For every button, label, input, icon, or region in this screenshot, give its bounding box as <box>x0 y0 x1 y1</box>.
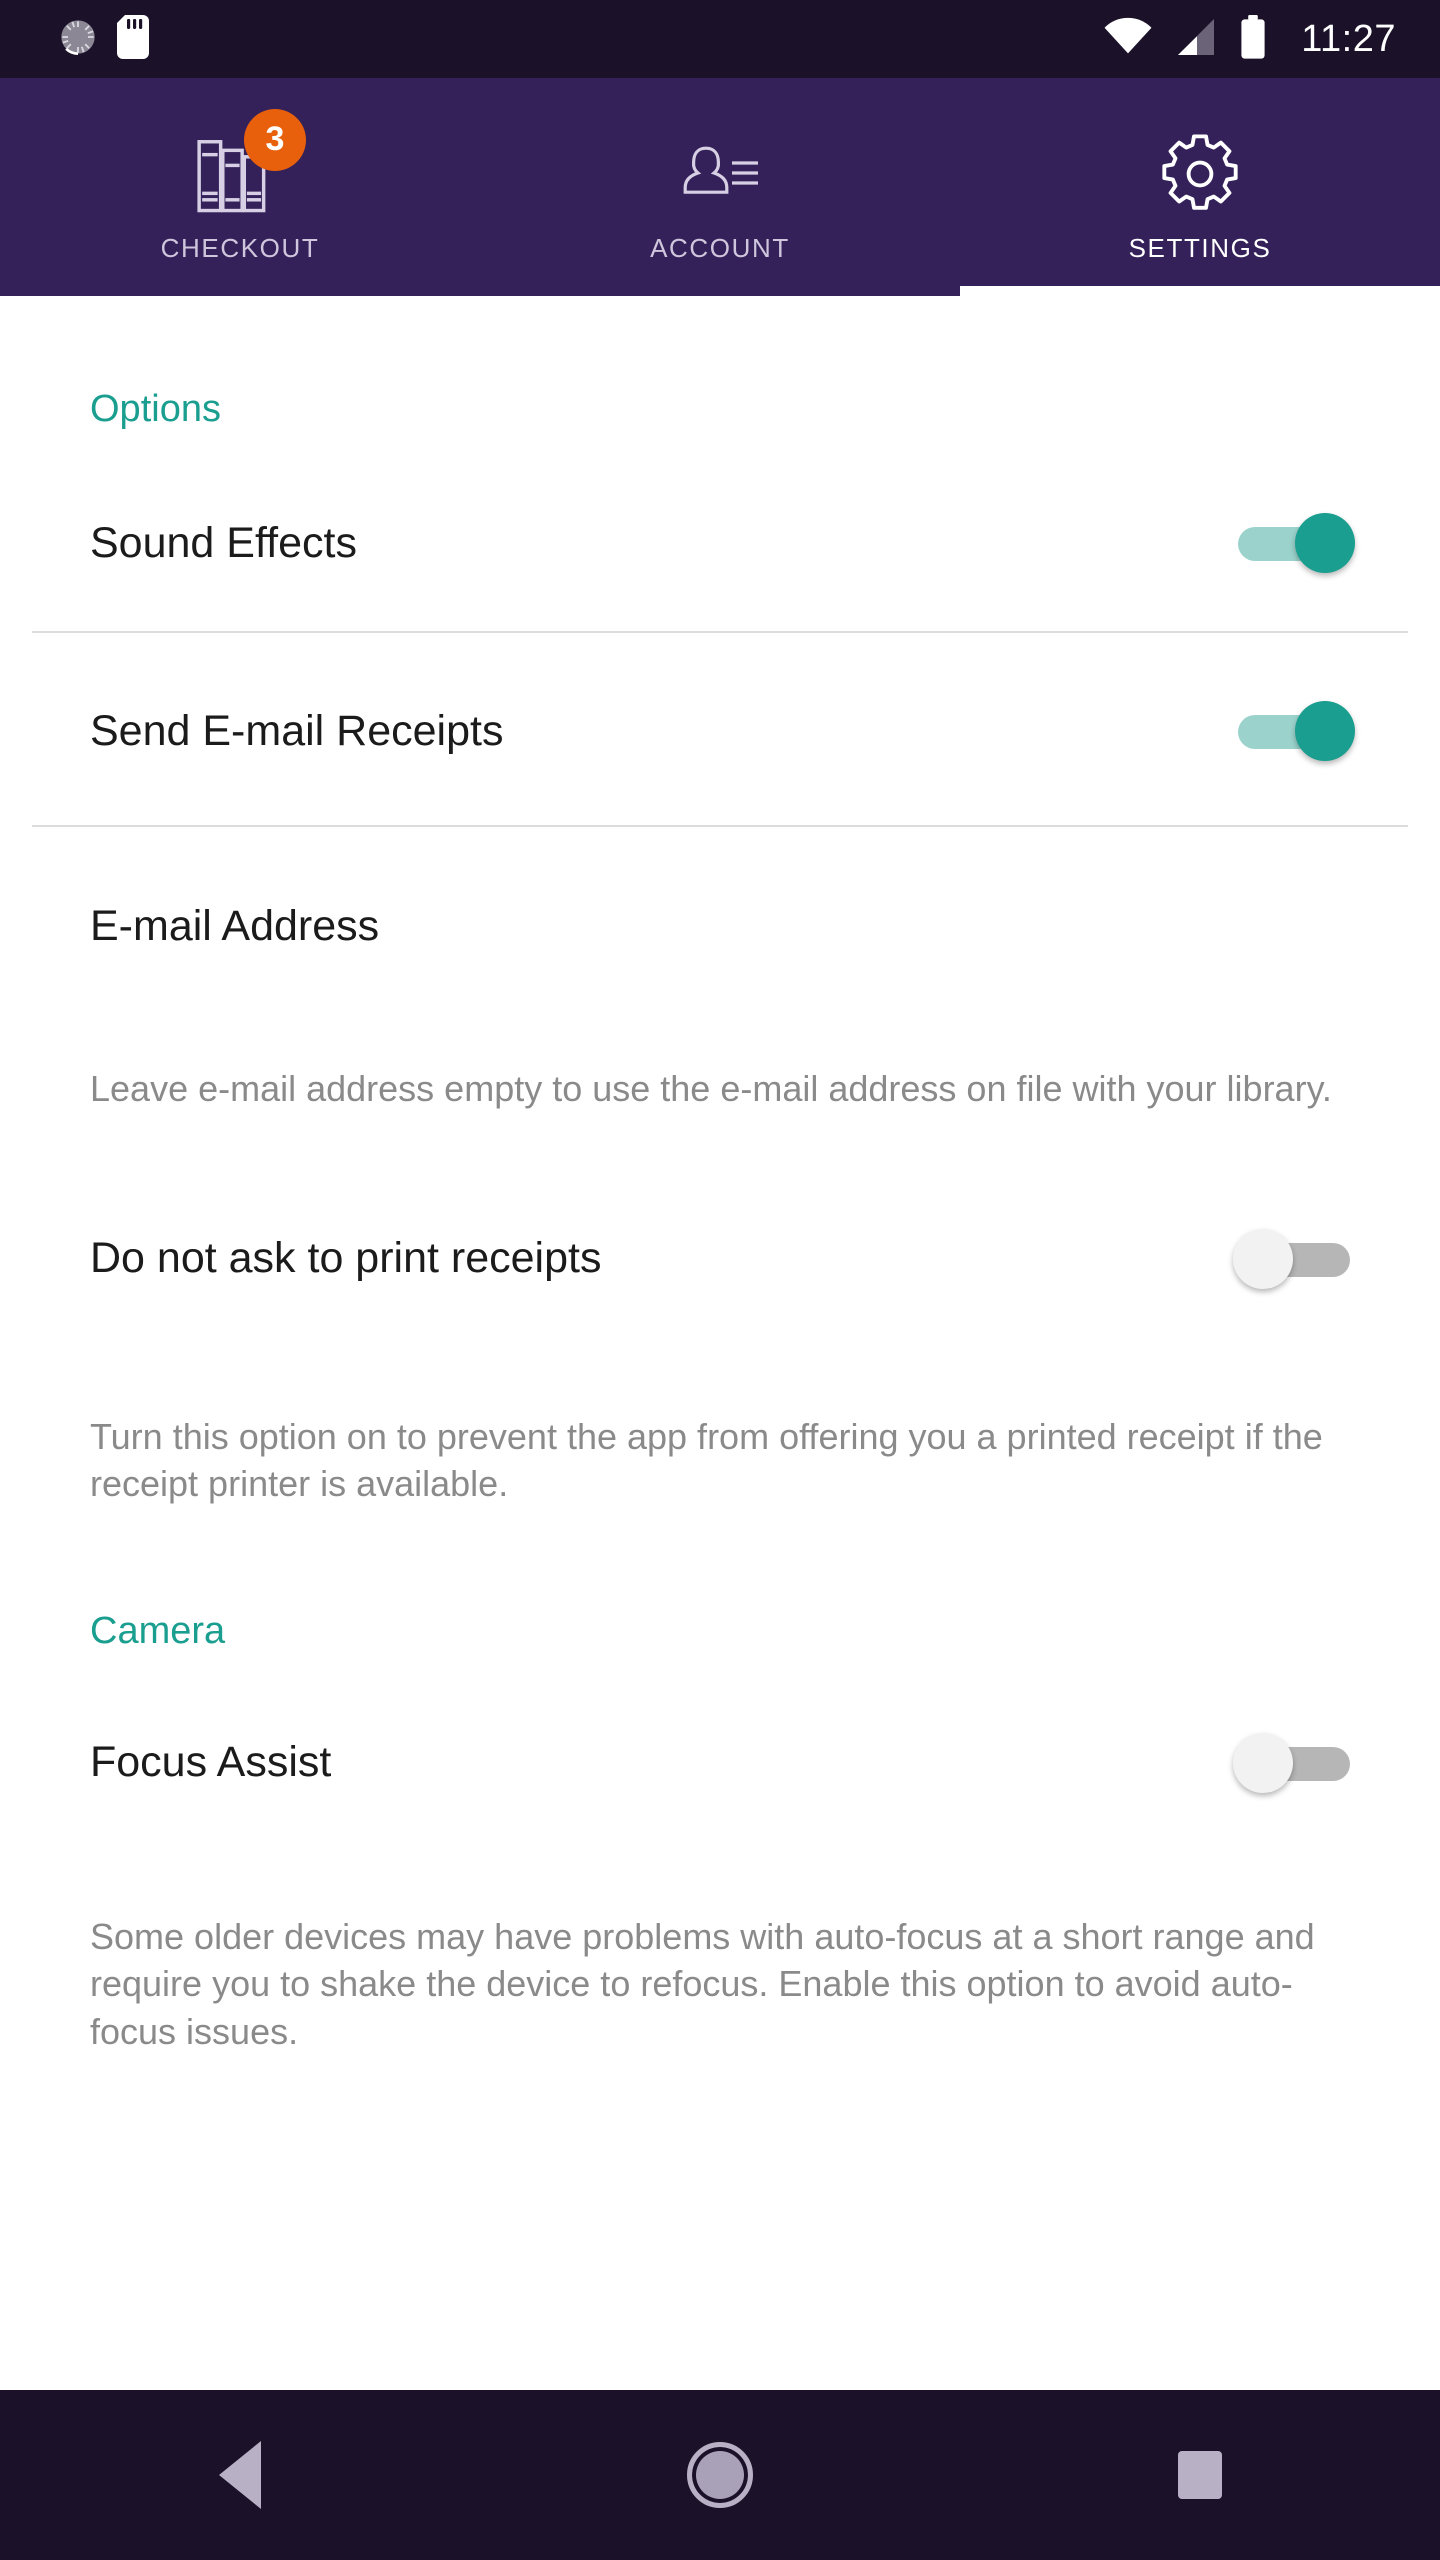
toggle-thumb <box>1233 1228 1293 1289</box>
do-not-ask-print-toggle[interactable] <box>1233 1228 1350 1289</box>
status-bar-left-icons <box>0 14 1103 64</box>
do-not-ask-print-helper-text: Turn this option on to prevent the app f… <box>90 1415 1323 1505</box>
back-triangle-icon <box>219 2441 261 2509</box>
sound-effects-toggle[interactable] <box>1238 513 1355 573</box>
status-bar-clock: 11:27 <box>1301 18 1396 60</box>
system-navigation-bar <box>0 2390 1440 2560</box>
nav-back-button[interactable] <box>0 2441 480 2509</box>
row-send-email-receipts[interactable]: Send E-mail Receipts <box>90 677 1355 785</box>
row-email-address[interactable]: E-mail Address <box>90 883 1350 969</box>
wifi-icon <box>1103 17 1153 62</box>
nav-home-button[interactable] <box>480 2442 960 2508</box>
do-not-ask-print-label: Do not ask to print receipts <box>90 1234 602 1283</box>
status-bar: 11:27 <box>0 0 1440 78</box>
toggle-thumb <box>1233 1732 1293 1793</box>
row-focus-assist[interactable]: Focus Assist <box>90 1709 1350 1817</box>
status-bar-right-icons: 11:27 <box>1103 14 1440 64</box>
checkout-badge-count: 3 <box>244 108 306 171</box>
active-tab-indicator <box>960 286 1440 296</box>
home-circle-icon <box>687 2442 753 2508</box>
cellular-signal-icon <box>1173 17 1219 62</box>
sync-progress-icon <box>58 17 98 62</box>
settings-content: Options Sound Effects Send E-mail Receip… <box>0 296 1440 2390</box>
toggle-thumb <box>1295 701 1355 761</box>
focus-assist-toggle[interactable] <box>1233 1732 1350 1793</box>
tab-account[interactable]: ACCOUNT <box>480 78 960 296</box>
section-header-camera: Camera <box>90 1609 226 1652</box>
email-address-helper-text: Leave e-mail address empty to use the e-… <box>90 1068 1332 1109</box>
contact-card-icon <box>672 125 768 217</box>
row-sound-effects[interactable]: Sound Effects <box>90 489 1355 597</box>
gear-icon <box>1154 125 1246 217</box>
battery-icon <box>1239 14 1267 64</box>
sound-effects-label: Sound Effects <box>90 518 357 567</box>
recents-square-icon <box>1178 2451 1222 2499</box>
tab-settings-label: SETTINGS <box>1128 232 1272 263</box>
tab-account-label: ACCOUNT <box>650 232 790 263</box>
books-icon: 3 <box>192 108 306 217</box>
email-address-field[interactable]: E-mail Address <box>90 902 379 951</box>
tab-checkout[interactable]: 3 CHECKOUT <box>0 78 480 296</box>
send-email-receipts-label: Send E-mail Receipts <box>90 706 504 755</box>
sd-card-icon <box>116 14 150 64</box>
focus-assist-helper-text: Some older devices may have problems wit… <box>90 1915 1315 2052</box>
tab-settings[interactable]: SETTINGS <box>960 78 1440 296</box>
toggle-thumb <box>1295 513 1355 573</box>
focus-assist-label: Focus Assist <box>90 1738 332 1787</box>
send-email-receipts-toggle[interactable] <box>1238 701 1355 761</box>
section-header-options: Options <box>90 388 221 430</box>
row-do-not-ask-print[interactable]: Do not ask to print receipts <box>90 1205 1350 1313</box>
nav-recents-button[interactable] <box>960 2451 1440 2499</box>
app-screen: 11:27 3 CHECKOUT ACCOUNT SETTINGS Option… <box>0 0 1440 2560</box>
top-tab-bar: 3 CHECKOUT ACCOUNT SETTINGS <box>0 78 1440 296</box>
tab-checkout-label: CHECKOUT <box>160 232 320 263</box>
